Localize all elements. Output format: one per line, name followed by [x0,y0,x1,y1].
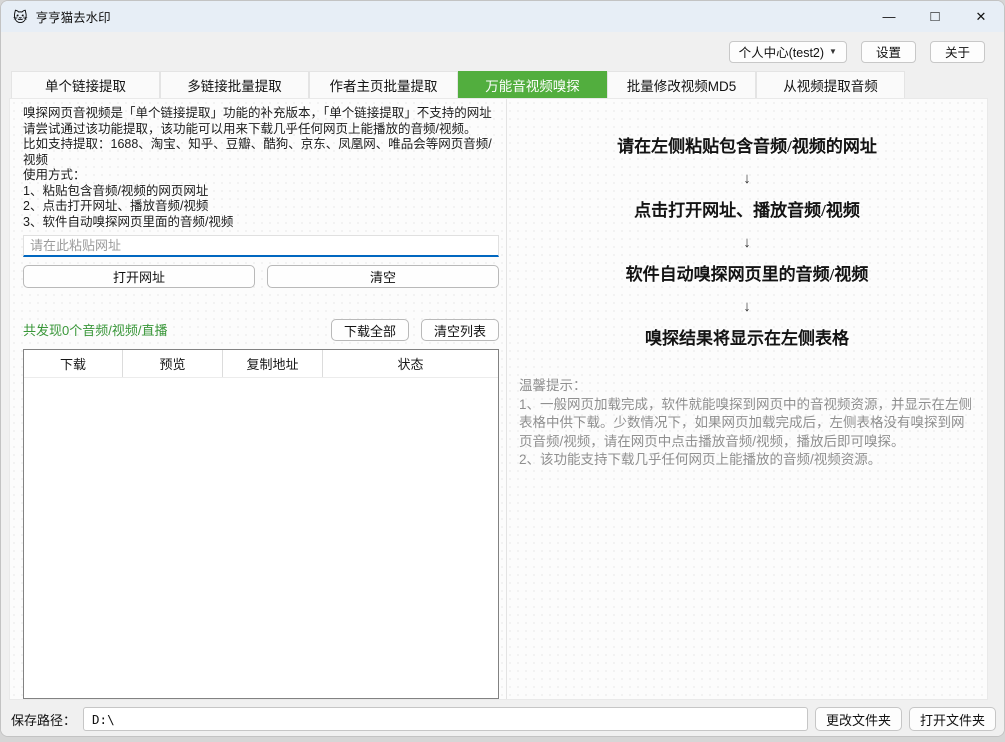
intro-step-2: 2、点击打开网址、播放音频/视频 [23,199,499,215]
tab-universal-av-sniffer[interactable]: 万能音视频嗅探 [458,71,607,98]
column-header-download: 下载 [24,350,123,377]
settings-button[interactable]: 设置 [861,41,916,63]
tip-item-2: 2、该功能支持下载几乎任何网页上能播放的音频/视频资源。 [519,451,973,470]
intro-examples: 比如支持提取：1688、淘宝、知乎、豆瓣、酷狗、京东、凤凰网、唯品会等网页音频/… [23,137,499,168]
column-header-status: 状态 [323,350,498,377]
instruction-step-1: 请在左侧粘贴包含音频/视频的网址 [519,135,975,158]
down-arrow-icon: ↓ [519,171,975,186]
tips-title: 温馨提示： [519,377,973,396]
app-title: 亨亨猫去水印 [36,7,111,26]
account-menu-button[interactable]: 个人中心(test2) ▼ [729,41,847,63]
save-path-bar: 保存路径： 更改文件夹 打开文件夹 [1,700,1004,737]
instructions-panel: 请在左侧粘贴包含音频/视频的网址 ↓ 点击打开网址、播放音频/视频 ↓ 软件自动… [507,99,987,699]
minimize-button[interactable]: — [866,1,912,32]
tab-author-page-batch-extract[interactable]: 作者主页批量提取 [309,71,458,98]
tab-multi-link-batch-extract[interactable]: 多链接批量提取 [160,71,309,98]
about-button[interactable]: 关于 [930,41,985,63]
save-path-label: 保存路径： [11,710,76,729]
down-arrow-icon: ↓ [519,299,975,314]
header-bar: 个人中心(test2) ▼ 设置 关于 [1,32,1004,71]
instruction-step-2: 点击打开网址、播放音频/视频 [519,199,975,222]
sniffer-page: 嗅探网页音视频是「单个链接提取」功能的补充版本，「单个链接提取」不支持的网址请尝… [9,98,988,700]
results-table-body [24,378,498,698]
intro-step-1: 1、粘贴包含音频/视频的网页网址 [23,184,499,200]
results-table: 下载 预览 复制地址 状态 [23,349,499,699]
url-actions-row: 打开网址 清空 [23,265,499,288]
tab-single-link-extract[interactable]: 单个链接提取 [11,71,160,98]
intro-paragraph: 嗅探网页音视频是「单个链接提取」功能的补充版本，「单个链接提取」不支持的网址请尝… [23,106,499,137]
column-header-copy-address: 复制地址 [223,350,323,377]
instruction-step-4: 嗅探结果将显示在左侧表格 [519,327,975,350]
url-input[interactable] [23,235,499,257]
down-arrow-icon: ↓ [519,235,975,250]
tab-batch-modify-md5[interactable]: 批量修改视频MD5 [607,71,756,98]
clear-url-button[interactable]: 清空 [267,265,499,288]
caret-down-icon: ▼ [829,47,837,56]
app-window: 🐱 亨亨猫去水印 — □ ✕ 个人中心(test2) ▼ 设置 关于 单个链接提… [0,0,1005,737]
title-bar: 🐱 亨亨猫去水印 — □ ✕ [1,1,1004,32]
tab-bar: 单个链接提取 多链接批量提取 作者主页批量提取 万能音视频嗅探 批量修改视频MD… [1,71,1004,98]
found-count-text: 共发现0个音频/视频/直播 [23,320,319,341]
window-controls: — □ ✕ [866,1,1004,32]
results-table-header: 下载 预览 复制地址 状态 [24,350,498,378]
app-icon: 🐱 [13,10,28,24]
instruction-step-3: 软件自动嗅探网页里的音频/视频 [519,263,975,286]
open-folder-button[interactable]: 打开文件夹 [909,707,996,731]
intro-usage-title: 使用方式： [23,168,499,184]
download-all-button[interactable]: 下载全部 [331,319,409,341]
tab-extract-audio-from-video[interactable]: 从视频提取音频 [756,71,905,98]
instruction-steps: 请在左侧粘贴包含音频/视频的网址 ↓ 点击打开网址、播放音频/视频 ↓ 软件自动… [519,135,975,350]
clear-list-button[interactable]: 清空列表 [421,319,499,341]
save-path-input[interactable] [83,707,808,731]
open-url-button[interactable]: 打开网址 [23,265,255,288]
maximize-button[interactable]: □ [912,1,958,32]
tips-section: 温馨提示： 1、一般网页加载完成，软件就能嗅探到网页中的音视频资源，并显示在左侧… [519,377,975,470]
sniffer-left-panel: 嗅探网页音视频是「单个链接提取」功能的补充版本，「单个链接提取」不支持的网址请尝… [10,99,507,699]
results-status-row: 共发现0个音频/视频/直播 下载全部 清空列表 [23,319,499,341]
column-header-preview: 预览 [123,350,223,377]
intro-text: 嗅探网页音视频是「单个链接提取」功能的补充版本，「单个链接提取」不支持的网址请尝… [23,106,499,230]
intro-step-3: 3、软件自动嗅探网页里面的音频/视频 [23,215,499,231]
tip-item-1: 1、一般网页加载完成，软件就能嗅探到网页中的音视频资源，并显示在左侧表格中供下载… [519,396,973,452]
close-button[interactable]: ✕ [958,1,1004,32]
change-folder-button[interactable]: 更改文件夹 [815,707,902,731]
account-label: 个人中心(test2) [739,42,824,61]
